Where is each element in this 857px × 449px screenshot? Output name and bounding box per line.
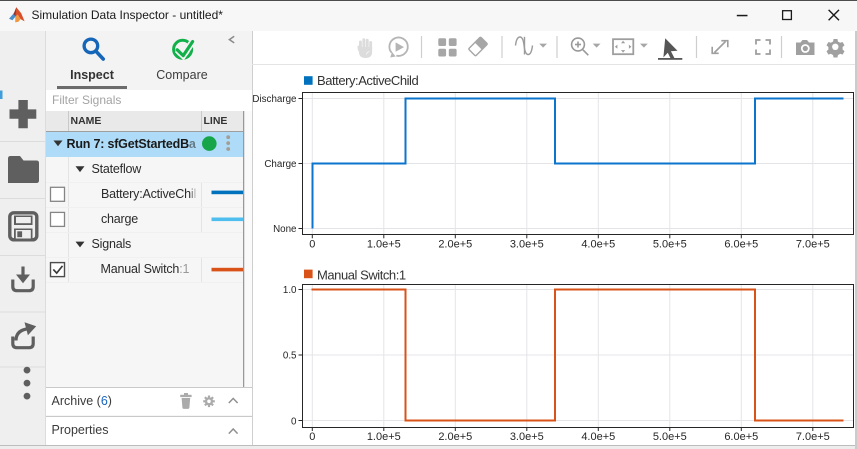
svg-text:Manual Switch:1: Manual Switch:1 [317,267,406,282]
svg-text:3.0e+5: 3.0e+5 [510,238,544,250]
svg-text:4.0e+5: 4.0e+5 [581,238,615,250]
svg-text:2.0e+5: 2.0e+5 [438,238,472,250]
svg-text:5.0e+5: 5.0e+5 [653,238,687,250]
svg-text:7.0e+5: 7.0e+5 [796,431,830,443]
svg-text:2.0e+5: 2.0e+5 [438,431,472,443]
svg-text:0: 0 [309,238,315,250]
svg-text:3.0e+5: 3.0e+5 [510,431,544,443]
svg-text:5.0e+5: 5.0e+5 [653,431,687,443]
svg-text:1.0: 1.0 [283,285,297,296]
svg-text:Battery:ActiveChild: Battery:ActiveChild [317,73,418,88]
svg-text:0: 0 [309,431,315,443]
svg-text:4.0e+5: 4.0e+5 [581,431,615,443]
svg-text:1.0e+5: 1.0e+5 [367,431,401,443]
svg-text:Discharge: Discharge [252,94,297,105]
svg-text:1.0e+5: 1.0e+5 [367,238,401,250]
svg-text:0.5: 0.5 [283,351,297,362]
svg-text:6.0e+5: 6.0e+5 [724,238,758,250]
svg-text:0: 0 [291,416,297,427]
svg-text:7.0e+5: 7.0e+5 [796,238,830,250]
svg-text:Charge: Charge [264,159,297,170]
svg-text:6.0e+5: 6.0e+5 [724,431,758,443]
svg-text:None: None [273,224,297,235]
